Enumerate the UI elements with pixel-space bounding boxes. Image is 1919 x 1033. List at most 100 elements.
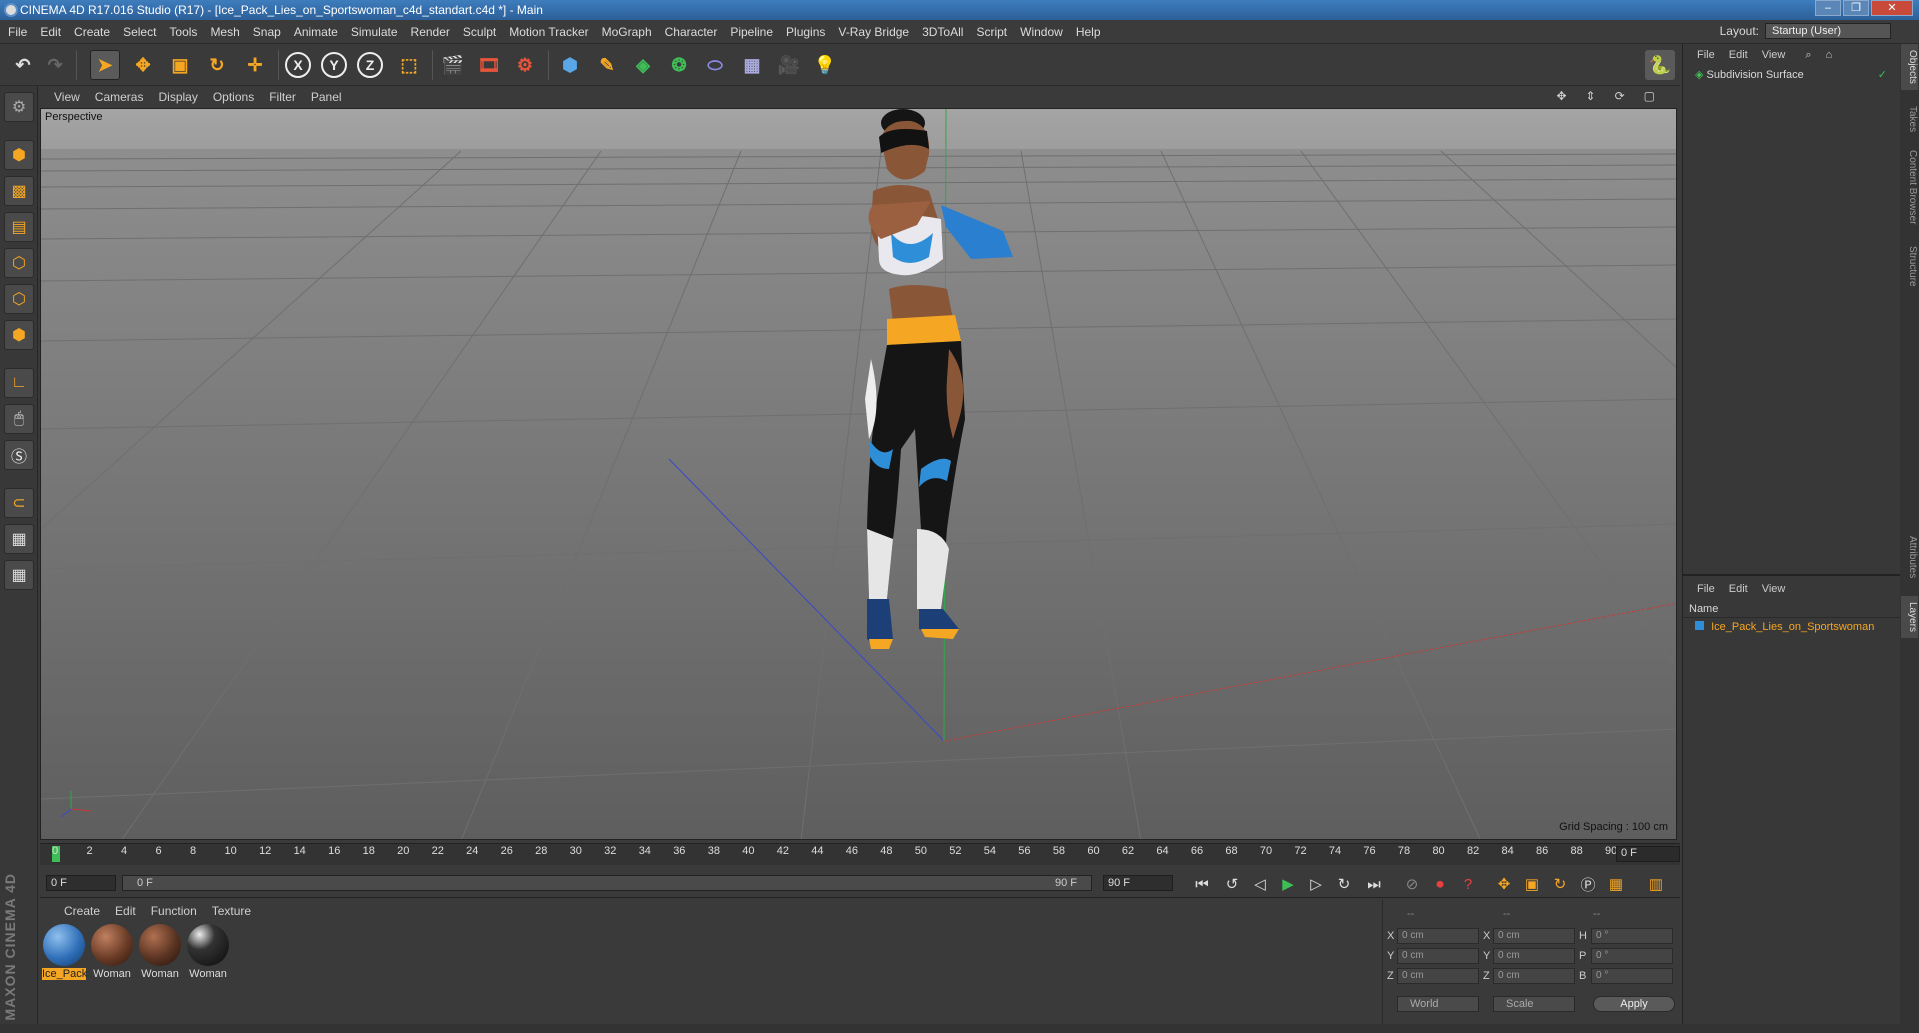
subdivision-surface-icon[interactable]: ◈	[628, 50, 658, 80]
menu-select[interactable]: Select	[123, 25, 156, 39]
snap-icon[interactable]: ⊂	[4, 488, 34, 518]
workplane-mode-icon[interactable]: ▤	[4, 212, 34, 242]
viewport-menu-cameras[interactable]: Cameras	[95, 90, 144, 104]
texture-mode-icon[interactable]: ▩	[4, 176, 34, 206]
axis-mode-icon[interactable]: ∟	[4, 368, 34, 398]
rotation-b-field[interactable]: 0 °	[1591, 968, 1673, 984]
coordinate-system-icon[interactable]: ⬚	[394, 50, 424, 80]
y-axis-lock-icon[interactable]: Y	[321, 52, 347, 78]
workplane-lock-icon[interactable]: ▦	[4, 524, 34, 554]
model-mode-icon[interactable]: ⬢	[4, 140, 34, 170]
apply-button[interactable]: Apply	[1593, 996, 1675, 1012]
timeline-ruler[interactable]: 0 2 4 6 8 10 12 14 16 18 20 22 24 26 28 30 32 34 36 38 40 42 4…	[40, 843, 1680, 865]
z-axis-lock-icon[interactable]: Z	[357, 52, 383, 78]
quantize-icon[interactable]: ▦	[4, 560, 34, 590]
menu-animate[interactable]: Animate	[294, 25, 338, 39]
objects-menu-view[interactable]: View	[1762, 49, 1786, 61]
menu-edit[interactable]: Edit	[40, 25, 61, 39]
menu-character[interactable]: Character	[665, 25, 718, 39]
render-view-icon[interactable]: 🎬	[438, 50, 468, 80]
maximize-button[interactable]: ❐	[1843, 0, 1869, 16]
viewport-zoom-icon[interactable]: ⇕	[1586, 89, 1596, 103]
menu-file[interactable]: File	[8, 25, 27, 39]
pen-spline-icon[interactable]: ✎	[592, 50, 622, 80]
key-position-icon[interactable]: ✥	[1492, 872, 1516, 896]
deformer-icon[interactable]: ⬭	[700, 50, 730, 80]
menu-motion-tracker[interactable]: Motion Tracker	[509, 25, 588, 39]
layers-menu-view[interactable]: View	[1762, 583, 1786, 595]
edges-mode-icon[interactable]: ⬡	[4, 284, 34, 314]
select-tool-icon[interactable]: ➤	[90, 50, 120, 80]
frame-range-slider[interactable]: 0 F 90 F	[122, 875, 1092, 891]
redo-icon[interactable]: ↷	[40, 50, 70, 80]
autokeying-icon[interactable]: ?	[1456, 872, 1480, 896]
start-frame-field[interactable]: 0 F	[46, 875, 116, 891]
viewport-menu-options[interactable]: Options	[213, 90, 254, 104]
previous-frame-icon[interactable]: ◁	[1248, 872, 1272, 896]
x-axis-lock-icon[interactable]: X	[285, 52, 311, 78]
position-x-field[interactable]: 0 cm	[1397, 928, 1479, 944]
menu-create[interactable]: Create	[74, 25, 110, 39]
end-frame-field[interactable]: 90 F	[1103, 875, 1173, 891]
floor-icon[interactable]: ▦	[737, 50, 767, 80]
viewport-rotate-icon[interactable]: ⟳	[1615, 89, 1625, 103]
key-rotation-icon[interactable]: ↻	[1548, 872, 1572, 896]
viewport-maximize-icon[interactable]: ▢	[1644, 89, 1655, 103]
solo-mode-icon[interactable]: Ⓢ	[4, 440, 34, 470]
next-key-icon[interactable]: ↻	[1332, 872, 1356, 896]
key-scale-icon[interactable]: ▣	[1520, 872, 1544, 896]
render-picture-viewer-icon[interactable]: 🎞	[474, 50, 504, 80]
size-z-field[interactable]: 0 cm	[1493, 968, 1575, 984]
objects-home-icon[interactable]: ⌂	[1826, 49, 1833, 61]
menu-sculpt[interactable]: Sculpt	[463, 25, 496, 39]
record-active-objects-icon[interactable]: ⏺	[1428, 872, 1452, 896]
viewport-menu-display[interactable]: Display	[158, 90, 197, 104]
menu-3dtoall[interactable]: 3DToAll	[922, 25, 963, 39]
play-icon[interactable]: ▶	[1276, 872, 1300, 896]
go-to-end-icon[interactable]: ⏭	[1362, 872, 1386, 896]
menu-window[interactable]: Window	[1020, 25, 1063, 39]
current-frame-field[interactable]: 0 F	[1616, 846, 1680, 862]
menu-help[interactable]: Help	[1076, 25, 1101, 39]
python-icon[interactable]: 🐍	[1645, 50, 1675, 80]
tab-structure[interactable]: Structure	[1901, 240, 1918, 293]
material-woman-3[interactable]: Woman	[186, 924, 230, 980]
size-y-field[interactable]: 0 cm	[1493, 948, 1575, 964]
render-settings-icon[interactable]: ⚙	[510, 50, 540, 80]
rotation-p-field[interactable]: 0 °	[1591, 948, 1673, 964]
record-disabled-icon[interactable]: ⊘	[1400, 872, 1424, 896]
menu-pipeline[interactable]: Pipeline	[730, 25, 773, 39]
layer-row[interactable]: Ice_Pack_Lies_on_Sportswoman	[1683, 618, 1901, 636]
menu-vray-bridge[interactable]: V-Ray Bridge	[838, 25, 909, 39]
position-z-field[interactable]: 0 cm	[1397, 968, 1479, 984]
timeline-window-icon[interactable]: ▥	[1644, 872, 1668, 896]
objects-menu-edit[interactable]: Edit	[1729, 49, 1748, 61]
go-to-start-icon[interactable]: ⏮	[1190, 872, 1214, 896]
material-menu-texture[interactable]: Texture	[212, 904, 251, 918]
material-menu-edit[interactable]: Edit	[115, 904, 136, 918]
scale-tool-icon[interactable]: ▣	[165, 50, 195, 80]
cube-object-icon[interactable]: ⬢	[555, 50, 585, 80]
polygons-mode-icon[interactable]: ⬢	[4, 320, 34, 350]
material-woman-1[interactable]: Woman	[90, 924, 134, 980]
material-menu-create[interactable]: Create	[64, 904, 100, 918]
viewport-menu-panel[interactable]: Panel	[311, 90, 342, 104]
material-ice-pack[interactable]: Ice_Pack	[42, 924, 87, 980]
menu-snap[interactable]: Snap	[253, 25, 281, 39]
key-parameter-icon[interactable]: Ⓟ	[1576, 872, 1600, 896]
viewport-menu-view[interactable]: View	[54, 90, 80, 104]
viewport-menu-filter[interactable]: Filter	[269, 90, 296, 104]
object-row-subdivision-surface[interactable]: ◈ Subdivision Surface ✓	[1683, 66, 1901, 84]
menu-plugins[interactable]: Plugins	[786, 25, 825, 39]
live-selection-icon[interactable]: ✛	[240, 50, 270, 80]
make-editable-icon[interactable]: ⚙	[4, 92, 34, 122]
menu-simulate[interactable]: Simulate	[351, 25, 398, 39]
layers-menu-file[interactable]: File	[1697, 583, 1715, 595]
rotation-h-field[interactable]: 0 °	[1591, 928, 1673, 944]
viewport-move-icon[interactable]: ✥	[1556, 89, 1566, 103]
menu-tools[interactable]: Tools	[169, 25, 197, 39]
minimize-button[interactable]: –	[1815, 0, 1841, 16]
size-x-field[interactable]: 0 cm	[1493, 928, 1575, 944]
world-dropdown[interactable]: World	[1397, 996, 1479, 1012]
tab-takes[interactable]: Takes	[1901, 100, 1918, 138]
